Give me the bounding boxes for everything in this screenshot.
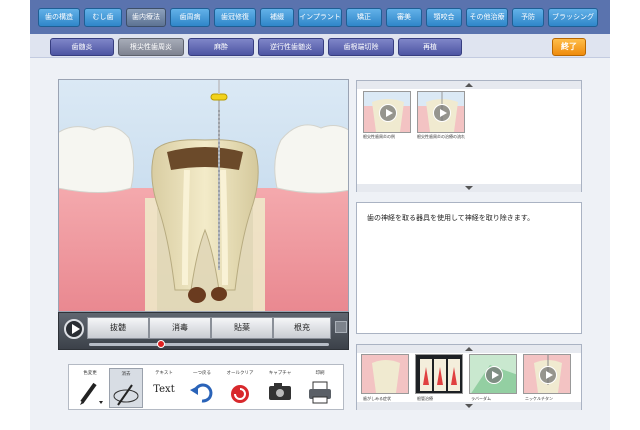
tool-label: キャプチャ [268,371,292,376]
step-pulp-removal[interactable]: 抜髄 [87,317,149,339]
tab-implant[interactable]: インプラント [298,8,342,27]
tab-periodontal[interactable]: 歯周病 [170,8,210,27]
tool-label: オールクリア [226,371,254,376]
subtab-apicoectomy[interactable]: 歯根端切除 [328,38,394,56]
text-icon: Text [153,384,175,395]
tool-label: 色変更 [83,371,97,376]
scroll-up-icon[interactable] [465,347,473,351]
description-text: 歯の神経を取る器具を使用して神経を取り除きます。 [367,214,535,222]
thumbnail-root-canal[interactable] [415,354,463,394]
main-tab-bar: 歯の構造 むし歯 歯内療法 歯周病 歯冠修復 補綴 インプラント 矯正 審美 顎… [30,0,610,34]
play-overlay-icon [433,104,451,122]
tab-prosthesis[interactable]: 補綴 [260,8,294,27]
subtab-retrograde-pulpitis[interactable]: 逆行性歯髄炎 [258,38,324,56]
drawing-toolbar: 色変更 消去 テキスト Text 一つ戻る オールクリア キャプチャ 印刷 [68,364,344,410]
tool-label: 印刷 [315,371,325,376]
tab-orthodontics[interactable]: 矯正 [346,8,382,27]
tab-tooth-structure[interactable]: 歯の構造 [38,8,80,27]
print-button[interactable]: 印刷 [303,368,337,408]
scroll-down-bar[interactable] [357,402,581,410]
scroll-down-icon[interactable] [465,404,473,408]
undo-button[interactable]: 一つ戻る [185,368,219,408]
subtab-anesthesia[interactable]: 麻酔 [188,38,254,56]
thumbnail-sensitivity[interactable] [361,354,409,394]
tab-occlusion[interactable]: 顎咬合 [426,8,462,27]
progress-track[interactable] [89,343,329,346]
tab-caries[interactable]: むし歯 [84,8,122,27]
tab-prevention[interactable]: 予防 [512,8,544,27]
capture-button[interactable]: キャプチャ [263,368,297,408]
text-tool-button[interactable]: テキスト Text [147,368,181,408]
tab-other-treatment[interactable]: その他治療 [466,8,508,27]
thumbnail-apical-example[interactable] [363,91,411,133]
tool-label: 消去 [121,372,131,377]
tab-endodontics[interactable]: 歯内療法 [126,8,166,27]
subtab-replantation[interactable]: 再植 [398,38,462,56]
tab-aesthetic[interactable]: 審美 [386,8,422,27]
pen-tool-button[interactable]: 色変更 [73,368,107,408]
play-overlay-icon [379,104,397,122]
scroll-down-icon[interactable] [465,186,473,190]
progress-knob[interactable] [157,340,165,348]
scroll-up-bar[interactable] [357,81,581,89]
thumbnail-nickel-titanium[interactable] [523,354,571,394]
tool-label: テキスト [155,371,173,376]
bottom-thumbnail-panel: 歯がしみる症状 根管治療 ラバーダム ニッケルチタン [356,344,582,410]
app-window: 歯の構造 むし歯 歯内療法 歯周病 歯冠修復 補綴 インプラント 矯正 審美 顎… [0,0,640,430]
thumbnail-label: 根尖性歯周炎の治療の流れ [417,134,465,139]
tab-brushing[interactable]: ブラッシング [548,8,598,27]
exit-button[interactable]: 終了 [552,38,586,56]
description-panel: 歯の神経を取る器具を使用して神経を取り除きます。 [356,202,582,334]
subtab-pulpitis[interactable]: 歯髄炎 [50,38,114,56]
play-button[interactable] [64,319,84,339]
scroll-up-bar[interactable] [357,345,581,353]
step-disinfection[interactable]: 消毒 [149,317,211,339]
step-medication[interactable]: 貼薬 [211,317,273,339]
play-overlay-icon [485,366,503,384]
scroll-up-icon[interactable] [465,83,473,87]
xray-thumbnail-image [416,355,462,393]
clear-all-button[interactable]: オールクリア [223,368,257,408]
play-overlay-icon [539,366,557,384]
related-thumbnail-panel: 根尖性歯周炎の例 根尖性歯周炎の治療の流れ [356,80,582,192]
player-controls: 抜髄 消毒 貼薬 根充 [58,312,349,350]
step-root-filling[interactable]: 根充 [273,317,331,339]
eraser-tool-button[interactable]: 消去 [109,368,143,408]
scroll-down-bar[interactable] [357,184,581,192]
fullscreen-icon[interactable] [335,321,347,333]
subtab-apical-periodontitis[interactable]: 根尖性歯周炎 [118,38,184,56]
thumbnail-label: 根尖性歯周炎の例 [363,134,395,139]
tooth-thumbnail-image [362,355,408,393]
root-canal-illustration [59,80,348,311]
tooth-animation-viewer[interactable] [58,79,349,312]
tool-label: 一つ戻る [193,371,211,376]
tab-crown-restoration[interactable]: 歯冠修復 [214,8,256,27]
thumbnail-rubber-dam[interactable] [469,354,517,394]
thumbnail-apical-flow[interactable] [417,91,465,133]
